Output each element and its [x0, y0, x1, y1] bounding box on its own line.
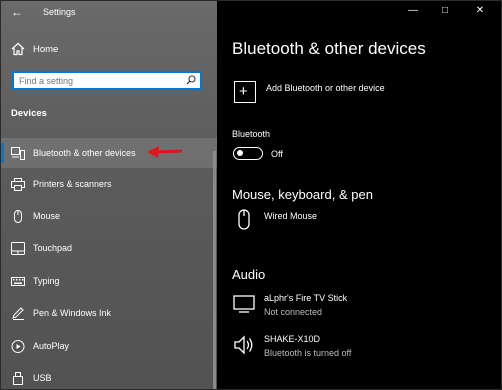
- sidebar-item-label: Printers & scanners: [33, 179, 112, 189]
- add-device-label[interactable]: Add Bluetooth or other device: [266, 83, 385, 93]
- window-controls: — □ ✕: [401, 1, 501, 21]
- home-label: Home: [33, 44, 59, 55]
- sidebar-item-label: Typing: [33, 276, 60, 286]
- usb-icon: [13, 372, 23, 385]
- toggle-knob: [237, 150, 243, 157]
- plus-icon: +: [239, 83, 248, 100]
- autoplay-icon: [11, 340, 25, 353]
- sidebar-item-printers[interactable]: Printers & scanners: [1, 169, 217, 199]
- section-heading-audio: Audio: [232, 267, 266, 282]
- device-name[interactable]: Wired Mouse: [264, 211, 317, 221]
- search-icon[interactable]: [186, 75, 196, 85]
- bluetooth-devices-icon: [11, 147, 25, 160]
- sidebar-item-label: Mouse: [33, 211, 61, 221]
- maximize-icon[interactable]: □: [438, 5, 452, 17]
- sidebar-item-usb[interactable]: USB: [1, 363, 217, 389]
- sidebar-item-mouse[interactable]: Mouse: [1, 201, 217, 231]
- section-heading-mouse: Mouse, keyboard, & pen: [232, 187, 373, 202]
- main-content: — □ ✕ Bluetooth & other devices + Add Bl…: [217, 1, 501, 389]
- keyboard-icon: [11, 277, 25, 286]
- settings-window: ← Settings Home Devices B: [0, 0, 502, 390]
- sidebar-item-label: Touchpad: [33, 243, 73, 253]
- sidebar-item-autoplay[interactable]: AutoPlay: [1, 331, 217, 361]
- search-input[interactable]: [19, 74, 179, 87]
- sidebar-item-touchpad[interactable]: Touchpad: [1, 233, 217, 263]
- annotation-arrow-icon: [147, 146, 183, 158]
- device-name[interactable]: SHAKE-X10D: [264, 334, 320, 344]
- pen-icon: [12, 307, 24, 320]
- title-bar: ← Settings: [1, 1, 217, 25]
- sidebar: ← Settings Home Devices B: [1, 1, 217, 389]
- touchpad-icon: [11, 242, 25, 255]
- display-icon: [233, 295, 255, 313]
- page-title: Bluetooth & other devices: [232, 39, 426, 58]
- window-title: Settings: [43, 7, 76, 17]
- mouse-icon: [238, 209, 250, 230]
- mouse-icon: [14, 210, 22, 223]
- bluetooth-toggle[interactable]: [233, 147, 263, 160]
- search-box[interactable]: [12, 71, 202, 90]
- sidebar-item-label: AutoPlay: [33, 341, 70, 351]
- printer-icon: [11, 178, 25, 191]
- home-link[interactable]: Home: [1, 39, 217, 61]
- speaker-icon: [234, 335, 253, 355]
- sidebar-scrollbar[interactable]: [213, 151, 216, 389]
- device-status: Not connected: [264, 307, 323, 317]
- close-icon[interactable]: ✕: [473, 5, 487, 17]
- back-arrow-icon[interactable]: ←: [11, 5, 23, 19]
- home-icon: [11, 42, 25, 56]
- add-device-button[interactable]: +: [234, 81, 256, 103]
- bluetooth-state: Off: [271, 149, 283, 159]
- sidebar-item-label: USB: [33, 373, 52, 383]
- sidebar-item-typing[interactable]: Typing: [1, 266, 217, 296]
- selection-indicator: [1, 143, 4, 163]
- bluetooth-label: Bluetooth: [232, 129, 271, 139]
- sidebar-item-label: Pen & Windows Ink: [33, 308, 112, 318]
- sidebar-item-pen[interactable]: Pen & Windows Ink: [1, 298, 217, 328]
- device-name[interactable]: aLphr's Fire TV Stick: [264, 293, 347, 303]
- sidebar-item-label: Bluetooth & other devices: [33, 148, 136, 158]
- minimize-icon[interactable]: —: [406, 5, 420, 17]
- device-status: Bluetooth is turned off: [264, 348, 352, 358]
- section-title-devices: Devices: [11, 108, 47, 119]
